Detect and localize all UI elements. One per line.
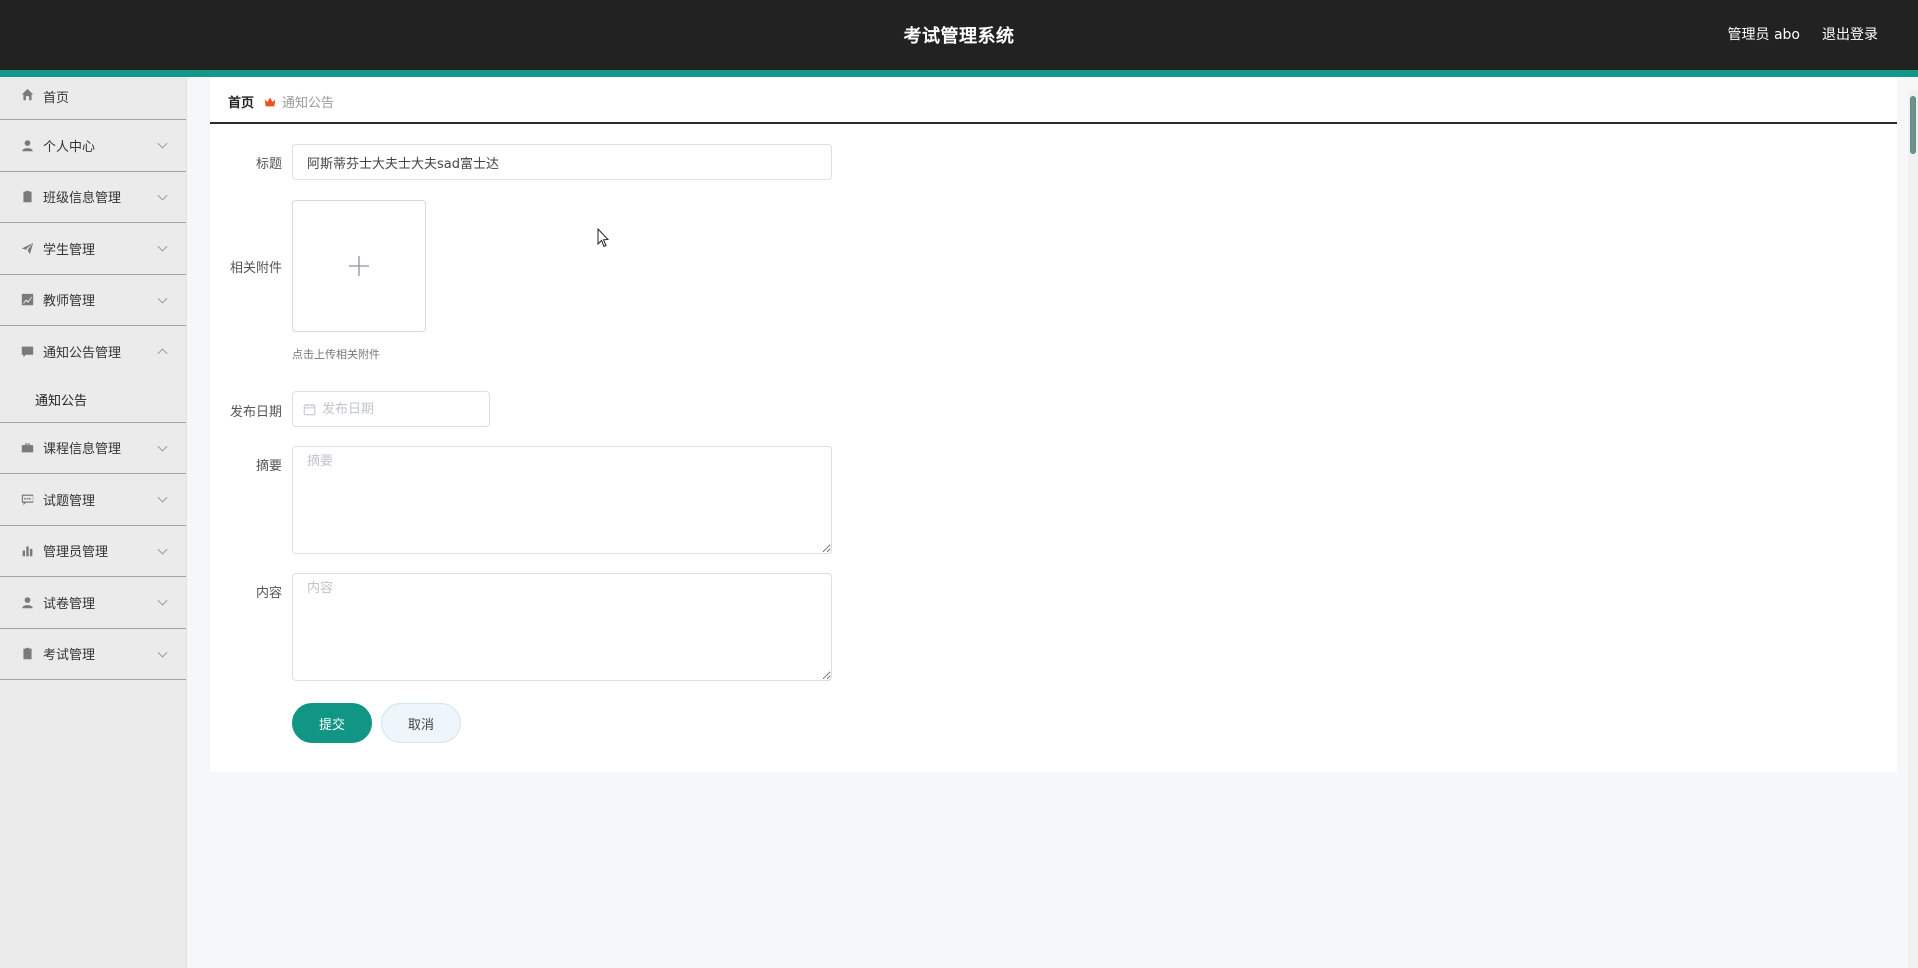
app-title: 考试管理系统 bbox=[903, 26, 1015, 47]
date-label: 发布日期 bbox=[229, 405, 282, 420]
sidebar-item-students[interactable]: 学生管理 bbox=[0, 223, 186, 275]
crown-icon bbox=[264, 97, 276, 106]
comment-icon bbox=[20, 345, 34, 359]
mouse-cursor-icon bbox=[597, 228, 609, 248]
user-area: 管理员 abo 退出登录 bbox=[1728, 24, 1878, 44]
sidebar-item-class-info[interactable]: 班级信息管理 bbox=[0, 172, 186, 223]
logout-button[interactable]: 退出登录 bbox=[1822, 24, 1878, 44]
sidebar-item-papers[interactable]: 试卷管理 bbox=[0, 577, 186, 629]
chevron-down-icon bbox=[157, 595, 168, 606]
scrollbar-thumb[interactable] bbox=[1910, 96, 1916, 154]
submit-button[interactable]: 提交 bbox=[292, 703, 372, 743]
title-label: 标题 bbox=[255, 157, 282, 172]
sidebar-item-exams[interactable]: 考试管理 bbox=[0, 629, 186, 680]
sidebar-subitem-notice[interactable]: 通知公告 bbox=[0, 378, 186, 422]
sidebar-item-label: 试卷管理 bbox=[43, 596, 96, 612]
sidebar: 首页 个人中心 班级信息管理 学生管理 教师管理 通知公告管理 通知公告 课程信… bbox=[0, 77, 187, 968]
breadcrumb: 首页 通知公告 bbox=[228, 92, 334, 111]
page-scrollbar[interactable] bbox=[1908, 90, 1918, 968]
main-panel: 首页 通知公告 标题 相关附件 点击上传相关附件 发布日期 摘要 内容 提交 取… bbox=[210, 78, 1897, 772]
chevron-down-icon bbox=[157, 190, 168, 201]
attachment-label: 相关附件 bbox=[229, 261, 282, 276]
sidebar-item-label: 试题管理 bbox=[43, 493, 96, 509]
content-textarea[interactable] bbox=[292, 573, 832, 681]
chevron-down-icon bbox=[157, 647, 168, 658]
clipboard-icon bbox=[20, 647, 34, 661]
chevron-down-icon bbox=[157, 492, 168, 503]
chevron-down-icon bbox=[157, 241, 168, 252]
chevron-up-icon bbox=[157, 348, 168, 359]
bar-chart-icon bbox=[20, 544, 34, 558]
current-user: 管理员 abo bbox=[1727, 27, 1800, 43]
chevron-down-icon bbox=[157, 544, 168, 555]
message-icon bbox=[20, 492, 34, 506]
sidebar-item-label: 课程信息管理 bbox=[43, 442, 122, 458]
cancel-button[interactable]: 取消 bbox=[381, 703, 461, 743]
sidebar-item-admins[interactable]: 管理员管理 bbox=[0, 526, 186, 577]
chevron-down-icon bbox=[157, 138, 168, 149]
sidebar-item-label: 首页 bbox=[43, 91, 70, 106]
paper-plane-icon bbox=[20, 241, 34, 255]
sidebar-item-questions[interactable]: 试题管理 bbox=[0, 474, 186, 526]
home-icon bbox=[20, 87, 34, 101]
attachment-upload[interactable] bbox=[292, 200, 426, 332]
sidebar-item-label: 考试管理 bbox=[43, 648, 96, 664]
date-picker[interactable] bbox=[292, 391, 490, 427]
sidebar-item-label: 学生管理 bbox=[43, 242, 96, 258]
briefcase-icon bbox=[20, 441, 34, 455]
user-icon bbox=[20, 138, 34, 152]
chevron-down-icon bbox=[157, 293, 168, 304]
content-label: 内容 bbox=[255, 586, 282, 601]
line-chart-icon bbox=[20, 293, 34, 307]
sidebar-item-label: 教师管理 bbox=[43, 294, 96, 310]
calendar-icon bbox=[303, 403, 316, 415]
sidebar-item-label: 班级信息管理 bbox=[43, 191, 122, 207]
plus-icon bbox=[349, 256, 369, 276]
chevron-down-icon bbox=[157, 441, 168, 452]
clipboard-icon bbox=[20, 190, 34, 204]
breadcrumb-home[interactable]: 首页 bbox=[228, 92, 254, 111]
upload-hint: 点击上传相关附件 bbox=[292, 348, 380, 361]
user-icon bbox=[20, 595, 34, 609]
breadcrumb-current: 通知公告 bbox=[282, 96, 335, 111]
sidebar-item-label: 管理员管理 bbox=[43, 545, 109, 561]
sidebar-item-label: 个人中心 bbox=[43, 139, 96, 155]
sidebar-item-label: 通知公告管理 bbox=[43, 346, 122, 362]
breadcrumb-divider bbox=[210, 122, 1897, 124]
summary-textarea[interactable] bbox=[292, 446, 832, 554]
sidebar-item-home[interactable]: 首页 bbox=[0, 77, 186, 120]
date-input[interactable] bbox=[322, 401, 472, 417]
title-input[interactable] bbox=[292, 144, 832, 180]
sidebar-item-course-info[interactable]: 课程信息管理 bbox=[0, 423, 186, 474]
header-accent-bar bbox=[0, 70, 1918, 77]
sidebar-item-personal-center[interactable]: 个人中心 bbox=[0, 120, 186, 172]
sidebar-item-teachers[interactable]: 教师管理 bbox=[0, 275, 186, 326]
sidebar-group-notice: 通知公告管理 通知公告 bbox=[0, 326, 186, 423]
summary-label: 摘要 bbox=[255, 459, 282, 474]
top-bar: 考试管理系统 管理员 abo 退出登录 bbox=[0, 0, 1918, 70]
sidebar-item-notice-management[interactable]: 通知公告管理 bbox=[0, 326, 186, 378]
